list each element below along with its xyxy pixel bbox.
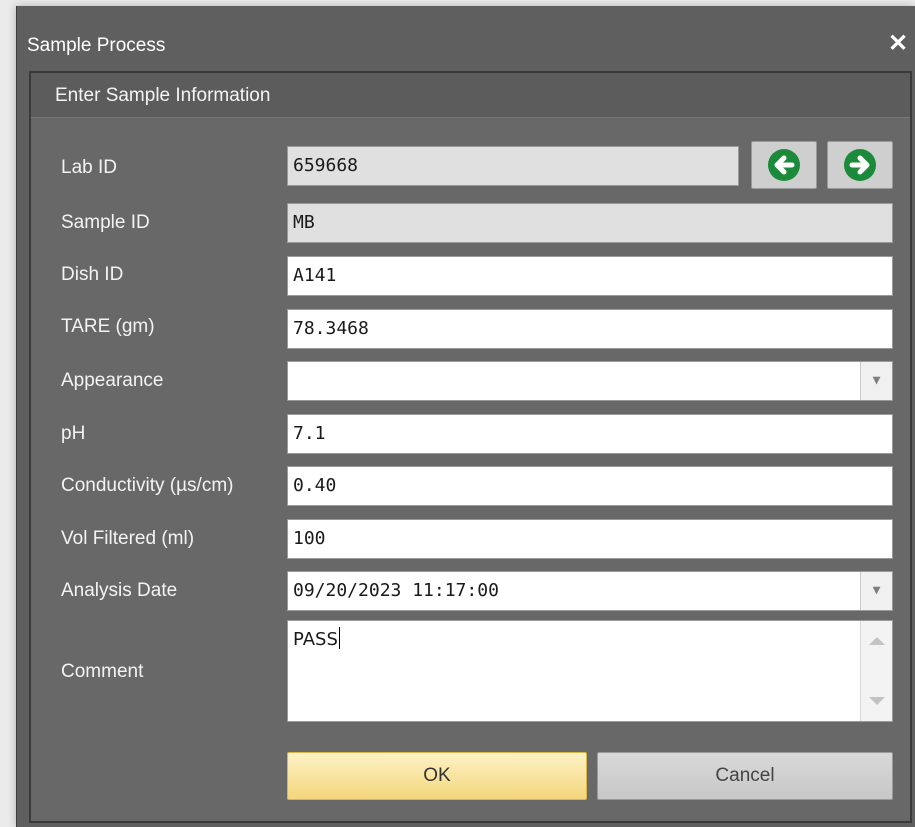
appearance-label: Appearance	[61, 370, 164, 391]
group-header: Enter Sample Information	[31, 73, 910, 118]
comment-text: PASS	[293, 627, 340, 650]
chevron-down-icon[interactable]: ▼	[860, 572, 892, 610]
window-title: Sample Process	[27, 35, 166, 56]
sample-id-label: Sample ID	[61, 212, 150, 233]
scroll-down-icon[interactable]	[869, 697, 885, 705]
group-title: Enter Sample Information	[55, 85, 271, 106]
ph-field[interactable]: 7.1	[287, 414, 893, 454]
vol-filtered-label: Vol Filtered (ml)	[61, 528, 195, 549]
scroll-up-icon[interactable]	[869, 637, 885, 645]
comment-scrollbar[interactable]	[860, 621, 892, 721]
dish-id-label: Dish ID	[61, 264, 124, 285]
ph-label: pH	[61, 423, 86, 444]
lab-id-label: Lab ID	[61, 157, 117, 178]
vol-filtered-field[interactable]: 100	[287, 519, 893, 559]
sample-information-group: Enter Sample Information Lab ID 659668 S…	[29, 71, 912, 823]
chevron-down-icon[interactable]: ▼	[860, 362, 892, 400]
tare-field[interactable]: 78.3468	[287, 309, 893, 349]
analysis-date-value: 09/20/2023 11:17:00	[293, 580, 499, 601]
previous-record-button[interactable]	[751, 141, 817, 189]
sample-id-field[interactable]: MB	[287, 203, 893, 243]
comment-label: Comment	[61, 661, 144, 682]
next-record-button[interactable]	[827, 141, 893, 189]
appearance-select[interactable]: ▼	[287, 361, 893, 401]
dish-id-field[interactable]: A141	[287, 256, 893, 296]
ok-button[interactable]: OK	[287, 752, 587, 800]
tare-label: TARE (gm)	[61, 316, 155, 337]
arrow-left-circle-icon	[768, 149, 800, 181]
analysis-date-label: Analysis Date	[61, 580, 178, 601]
cancel-button[interactable]: Cancel	[597, 752, 893, 800]
sample-process-dialog: Sample Process ✕ Enter Sample Informatio…	[16, 6, 915, 827]
conductivity-field[interactable]: 0.40	[287, 466, 893, 506]
analysis-date-picker[interactable]: 09/20/2023 11:17:00 ▼	[287, 571, 893, 611]
title-bar: Sample Process ✕	[17, 6, 915, 66]
arrow-right-circle-icon	[844, 149, 876, 181]
conductivity-label: Conductivity (µs/cm)	[61, 475, 234, 496]
lab-id-field[interactable]: 659668	[287, 146, 739, 186]
comment-textarea[interactable]: PASS	[287, 620, 893, 722]
close-icon[interactable]: ✕	[885, 31, 911, 57]
